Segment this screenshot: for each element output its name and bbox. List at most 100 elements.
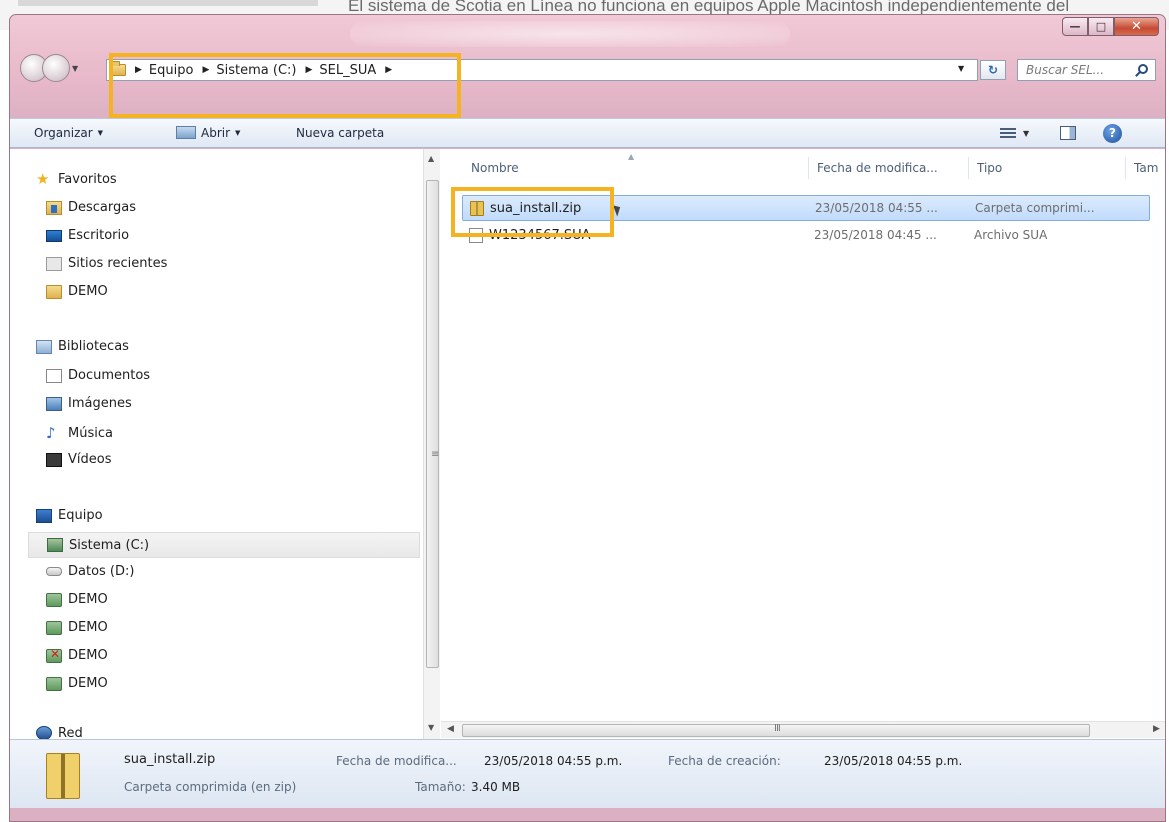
file-type: Carpeta comprimi... bbox=[975, 201, 1095, 215]
network-drive-icon bbox=[46, 676, 62, 691]
details-size-label: Tamaño: bbox=[415, 780, 466, 794]
column-header-name[interactable]: Nombre bbox=[471, 161, 519, 175]
views-icon[interactable] bbox=[1000, 128, 1016, 140]
nav-item-escritorio[interactable]: Escritorio bbox=[46, 228, 129, 243]
address-highlight-box bbox=[109, 53, 461, 118]
title-bar-glow bbox=[350, 21, 790, 47]
nav-item-label: Música bbox=[68, 425, 113, 441]
documents-icon bbox=[46, 368, 62, 383]
open-button[interactable]: Abrir ▼ bbox=[176, 126, 240, 140]
nav-computer-label: Equipo bbox=[58, 508, 103, 523]
details-file-name: sua_install.zip bbox=[124, 752, 216, 767]
details-modified-value: 23/05/2018 04:55 p.m. bbox=[484, 754, 623, 768]
scroll-left-icon[interactable]: ◀ bbox=[447, 724, 454, 734]
views-dropdown-icon[interactable]: ▼ bbox=[1023, 129, 1029, 138]
scroll-up-icon[interactable]: ▲ bbox=[428, 154, 434, 163]
search-placeholder: Buscar SEL... bbox=[1026, 63, 1105, 77]
nav-item-descargas[interactable]: Descargas bbox=[46, 200, 136, 215]
nav-item-imagenes[interactable]: Imágenes bbox=[46, 396, 132, 411]
nav-item-label: Imágenes bbox=[68, 396, 132, 411]
grip-icon: ≡ bbox=[431, 449, 440, 460]
caption-buttons: — □ ✕ bbox=[1062, 17, 1159, 36]
drive-icon bbox=[46, 567, 62, 576]
command-bar: Organizar ▼ Abrir ▼ Nueva carpeta ▼ ? bbox=[10, 118, 1165, 148]
close-button[interactable]: ✕ bbox=[1114, 17, 1159, 36]
search-input[interactable]: Buscar SEL... bbox=[1017, 59, 1156, 81]
nav-item-sistema-c[interactable]: Sistema (C:) bbox=[28, 532, 420, 558]
help-icon[interactable]: ? bbox=[1103, 124, 1122, 143]
preview-pane-icon[interactable] bbox=[1060, 126, 1076, 140]
details-created-label: Fecha de creación: bbox=[668, 754, 781, 768]
column-header-date[interactable]: Fecha de modifica... bbox=[817, 161, 938, 175]
new-folder-button[interactable]: Nueva carpeta bbox=[296, 126, 384, 140]
zip-file-large-icon bbox=[46, 753, 80, 799]
nav-pane-scrollbar[interactable]: ▲ ≡ ▼ bbox=[423, 149, 440, 739]
file-type: Archivo SUA bbox=[974, 228, 1048, 242]
nav-favorites[interactable]: ★ Favoritos bbox=[36, 170, 117, 188]
address-history-dropdown-icon[interactable]: ▼ bbox=[958, 64, 964, 73]
maximize-button[interactable]: □ bbox=[1088, 17, 1114, 36]
nav-item-musica[interactable]: ♪ Música bbox=[46, 424, 113, 442]
column-separator[interactable] bbox=[968, 157, 969, 179]
folder-icon bbox=[46, 284, 62, 299]
star-icon: ★ bbox=[36, 170, 50, 188]
column-header-type[interactable]: Tipo bbox=[977, 161, 1002, 175]
disconnected-drive-icon bbox=[46, 647, 62, 663]
nav-item-demo-3[interactable]: DEMO bbox=[46, 647, 108, 663]
nav-item-label: DEMO bbox=[68, 592, 108, 607]
open-label: Abrir bbox=[201, 126, 231, 140]
scroll-thumb[interactable]: ≡ bbox=[426, 180, 439, 668]
nav-item-label: DEMO bbox=[68, 676, 108, 691]
nav-item-sitios-recientes[interactable]: Sitios recientes bbox=[46, 256, 167, 271]
nav-computer[interactable]: Equipo bbox=[36, 508, 103, 523]
nav-item-label: Vídeos bbox=[68, 452, 112, 467]
open-icon bbox=[176, 126, 196, 139]
details-created-value: 23/05/2018 04:55 p.m. bbox=[824, 754, 963, 768]
pictures-icon bbox=[46, 396, 62, 411]
nav-libraries[interactable]: Bibliotecas bbox=[36, 339, 129, 354]
recent-pages-dropdown-icon[interactable]: ▼ bbox=[72, 64, 78, 73]
nav-item-demo-1[interactable]: DEMO bbox=[46, 592, 108, 607]
nav-item-datos-d[interactable]: Datos (D:) bbox=[46, 564, 134, 579]
music-icon: ♪ bbox=[46, 424, 56, 442]
nav-item-label: DEMO bbox=[68, 648, 108, 663]
column-header-size[interactable]: Tam bbox=[1134, 161, 1158, 175]
file-date: 23/05/2018 04:55 ... bbox=[815, 201, 938, 215]
nav-item-label: Descargas bbox=[68, 200, 137, 215]
refresh-icon: ↻ bbox=[987, 63, 999, 77]
nav-item-documentos[interactable]: Documentos bbox=[46, 368, 150, 383]
nav-network[interactable]: Red bbox=[36, 726, 83, 739]
nav-favorites-label: Favoritos bbox=[58, 171, 117, 187]
nav-item-demo-favorite[interactable]: DEMO bbox=[46, 284, 108, 299]
details-modified-label: Fecha de modifica... bbox=[336, 754, 457, 768]
nav-libraries-label: Bibliotecas bbox=[58, 339, 129, 354]
nav-item-demo-2[interactable]: DEMO bbox=[46, 620, 108, 635]
scroll-right-icon[interactable]: ▶ bbox=[1153, 724, 1160, 734]
refresh-button[interactable]: ↻ bbox=[980, 60, 1006, 80]
file-list-hscrollbar[interactable]: ◀ III ▶ bbox=[441, 721, 1165, 738]
network-drive-icon bbox=[46, 592, 62, 607]
grip-icon: III bbox=[774, 723, 781, 734]
downloads-icon bbox=[46, 200, 62, 215]
organize-button[interactable]: Organizar ▼ bbox=[34, 126, 103, 140]
file-date: 23/05/2018 04:45 ... bbox=[814, 228, 937, 242]
file-highlight-box bbox=[451, 187, 614, 237]
column-separator[interactable] bbox=[808, 157, 809, 179]
sort-ascending-icon: ▲ bbox=[628, 152, 635, 161]
nav-item-label: DEMO bbox=[68, 620, 108, 635]
nav-item-videos[interactable]: Vídeos bbox=[46, 452, 111, 467]
details-file-type: Carpeta comprimida (en zip) bbox=[124, 780, 297, 794]
nav-item-demo-4[interactable]: DEMO bbox=[46, 676, 108, 691]
nav-item-label: DEMO bbox=[68, 284, 108, 299]
scroll-down-icon[interactable]: ▼ bbox=[428, 723, 434, 732]
organize-label: Organizar bbox=[34, 126, 93, 140]
forward-button[interactable] bbox=[42, 54, 70, 82]
details-size-value: 3.40 MB bbox=[471, 780, 521, 794]
content-area: ★ Favoritos Descargas Escritorio Sitios r… bbox=[10, 149, 1165, 739]
computer-icon bbox=[36, 508, 52, 523]
column-separator[interactable] bbox=[1125, 157, 1126, 179]
background-line bbox=[18, 0, 318, 6]
minimize-button[interactable]: — bbox=[1062, 17, 1088, 36]
search-icon[interactable] bbox=[1138, 64, 1148, 74]
network-icon bbox=[36, 726, 52, 739]
